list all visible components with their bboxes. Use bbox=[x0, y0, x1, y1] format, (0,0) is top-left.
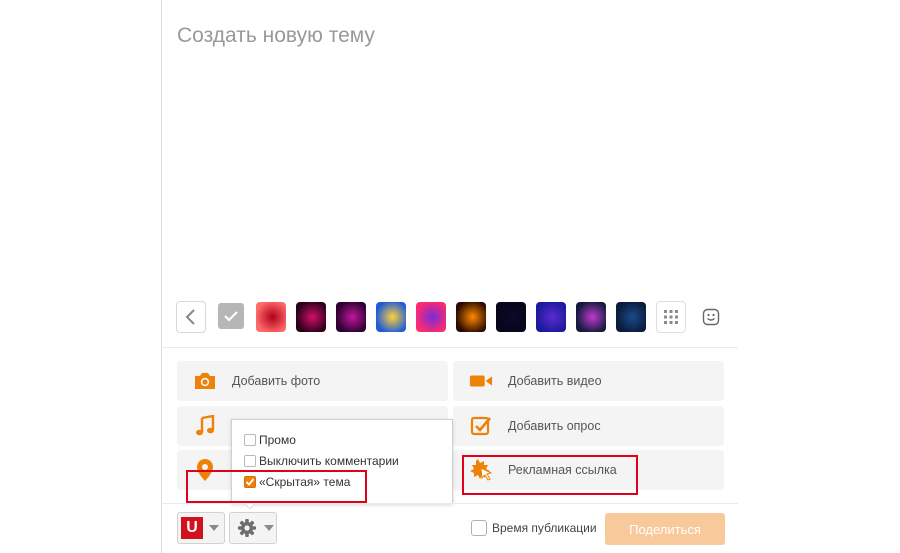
highlight-hidden-topic bbox=[186, 470, 367, 503]
music-note-icon bbox=[193, 414, 217, 438]
theme-night-stars[interactable] bbox=[496, 302, 526, 332]
promo-label: Промо bbox=[259, 433, 296, 447]
smiley-icon[interactable] bbox=[702, 308, 720, 326]
theme-pink-hearts[interactable] bbox=[416, 302, 446, 332]
promo-checkbox[interactable] bbox=[244, 434, 256, 446]
footer-divider bbox=[161, 503, 738, 504]
add-photo-button[interactable]: Добавить фото bbox=[177, 361, 448, 401]
chevron-down-icon bbox=[264, 525, 274, 531]
poll-checkbox-icon bbox=[469, 414, 493, 438]
topic-title-input[interactable]: Создать новую тему bbox=[177, 24, 375, 48]
publish-time-checkbox[interactable] bbox=[471, 520, 487, 536]
grid-icon bbox=[664, 310, 678, 324]
user-logo-icon: U bbox=[181, 517, 203, 539]
theme-roses[interactable] bbox=[256, 302, 286, 332]
theme-night-city[interactable] bbox=[616, 302, 646, 332]
camera-icon bbox=[193, 369, 217, 393]
check-icon bbox=[224, 311, 238, 322]
theme-galaxy[interactable] bbox=[576, 302, 606, 332]
theme-picker bbox=[176, 301, 736, 333]
publish-time-label: Время публикации bbox=[492, 521, 597, 535]
disable-comments-checkbox[interactable] bbox=[244, 455, 256, 467]
panel-left-border bbox=[161, 0, 162, 553]
add-photo-label: Добавить фото bbox=[232, 374, 321, 388]
add-poll-label: Добавить опрос bbox=[508, 419, 601, 433]
theme-none[interactable] bbox=[218, 303, 244, 329]
theme-blue-stars[interactable] bbox=[536, 302, 566, 332]
disable-comments-option[interactable]: Выключить комментарии bbox=[244, 454, 399, 468]
theme-sunset[interactable] bbox=[456, 302, 486, 332]
chevron-left-icon bbox=[185, 309, 195, 325]
publish-time-option[interactable]: Время публикации bbox=[471, 520, 597, 536]
theme-pink-sparkle[interactable] bbox=[296, 302, 326, 332]
divider bbox=[161, 347, 738, 348]
add-video-button[interactable]: Добавить видео bbox=[453, 361, 724, 401]
disable-comments-label: Выключить комментарии bbox=[259, 454, 399, 468]
video-camera-icon bbox=[469, 369, 493, 393]
share-button[interactable]: Поделиться bbox=[605, 513, 725, 545]
promo-option[interactable]: Промо bbox=[244, 433, 296, 447]
theme-purple-lights[interactable] bbox=[336, 302, 366, 332]
chevron-down-icon bbox=[209, 525, 219, 531]
author-select-button[interactable]: U bbox=[177, 512, 225, 544]
highlight-ad-link bbox=[462, 455, 638, 495]
theme-smiley[interactable] bbox=[376, 302, 406, 332]
settings-button[interactable] bbox=[229, 512, 277, 544]
add-poll-button[interactable]: Добавить опрос bbox=[453, 406, 724, 446]
gear-icon bbox=[238, 519, 256, 537]
add-video-label: Добавить видео bbox=[508, 374, 602, 388]
all-themes-button[interactable] bbox=[656, 301, 686, 333]
themes-prev-button[interactable] bbox=[176, 301, 206, 333]
